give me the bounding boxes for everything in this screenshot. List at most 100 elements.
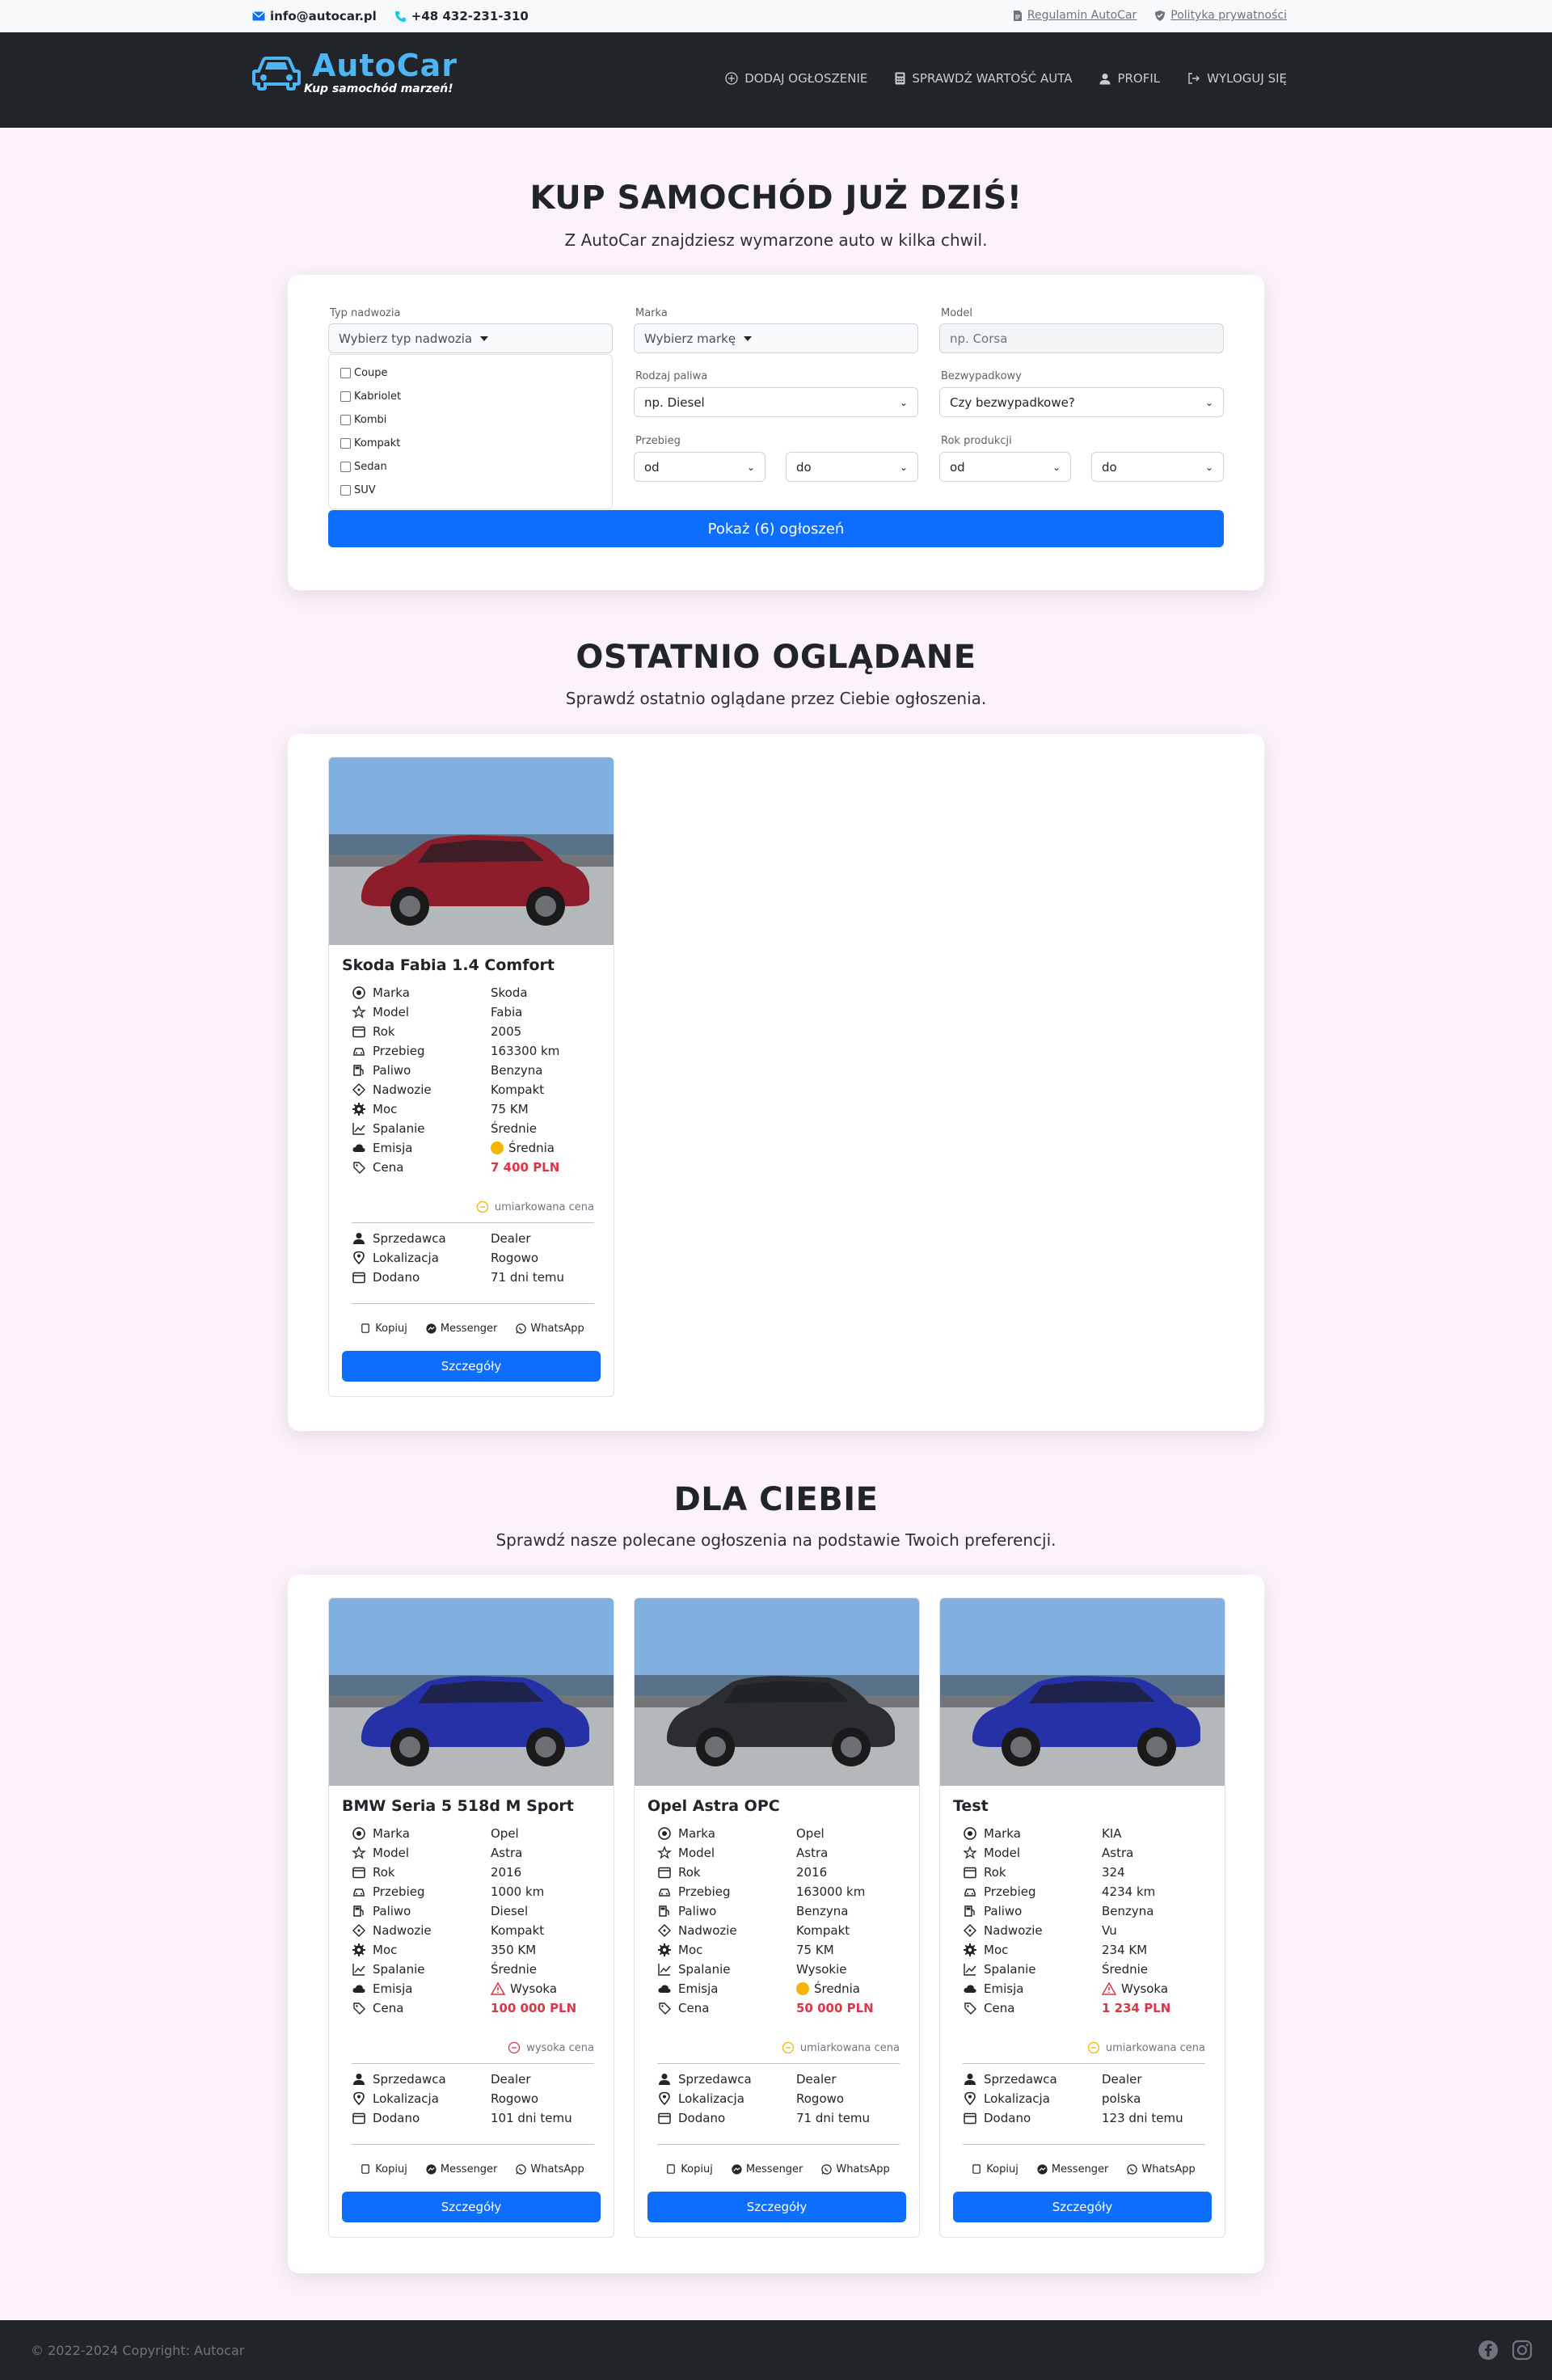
spec-value-text: Średnia [814, 1981, 860, 1996]
share-copy[interactable]: Kopiuj [360, 1321, 407, 1336]
spec-row-paliwo: Paliwo Benzyna [352, 1061, 594, 1080]
badge-icon [352, 1826, 366, 1841]
body-type-value: Wybierz typ nadwozia [339, 331, 473, 346]
details-button[interactable]: Szczegóły [342, 2192, 601, 2222]
spec-label: Moc [352, 1943, 491, 1957]
car-image[interactable] [635, 1598, 919, 1786]
spec-label-text: Emisja [373, 1141, 413, 1155]
facebook-icon[interactable] [1478, 2340, 1499, 2361]
share-whatsapp[interactable]: WhatsApp [1126, 2162, 1196, 2176]
spec-label: Model [963, 1846, 1102, 1860]
instagram-icon[interactable] [1512, 2340, 1533, 2361]
car-image[interactable] [329, 1598, 614, 1786]
mileage-to-select[interactable]: do ⌄ [786, 452, 918, 482]
spec-row-cena: Cena 50 000 PLN [657, 1998, 900, 2018]
nav-check-value[interactable]: SPRAWDŹ WARTOŚĆ AUTA [895, 71, 1072, 86]
share-whatsapp[interactable]: WhatsApp [515, 1321, 584, 1336]
share-copy[interactable]: Kopiuj [971, 2162, 1018, 2176]
seller-label-text: Lokalizacja [373, 1251, 439, 1265]
nav-value-label: SPRAWDŹ WARTOŚĆ AUTA [912, 71, 1073, 86]
spec-value: Fabia [491, 1005, 594, 1019]
share-whatsapp[interactable]: WhatsApp [515, 2162, 584, 2176]
checkbox[interactable] [340, 462, 351, 472]
star-icon [352, 1005, 366, 1019]
envelope-icon [252, 11, 265, 21]
checkbox[interactable] [340, 415, 351, 425]
spec-value: Kompakt [491, 1923, 594, 1938]
spec-label-text: Cena [678, 2001, 710, 2015]
share-messenger[interactable]: Messenger [425, 1321, 497, 1336]
body-option-kabriolet[interactable]: Kabriolet [329, 385, 612, 408]
spec-label: Emisja [657, 1981, 796, 1996]
checkbox[interactable] [340, 485, 351, 496]
body-option-kombi[interactable]: Kombi [329, 408, 612, 432]
car-image[interactable] [940, 1598, 1225, 1786]
seller-value: 101 dni temu [491, 2111, 572, 2125]
body-type-dropdown[interactable]: Wybierz typ nadwozia [328, 323, 613, 353]
car-title[interactable]: Skoda Fabia 1.4 Comfort [342, 956, 555, 974]
spec-row-marka: Marka KIA [963, 1824, 1205, 1843]
seller-label: Dodano [963, 2111, 1102, 2125]
spec-label-text: Rok [373, 1024, 395, 1039]
car-icon [657, 1884, 672, 1899]
phone-contact[interactable]: +48 432-231-310 [394, 9, 529, 23]
nav-profile[interactable]: PROFIL [1099, 71, 1160, 86]
body-option-coupe[interactable]: Coupe [329, 361, 612, 385]
email-contact[interactable]: info@autocar.pl [252, 9, 377, 23]
year-to-select[interactable]: do ⌄ [1091, 452, 1224, 482]
fuel-select[interactable]: np. Diesel ⌄ [634, 387, 918, 417]
details-button[interactable]: Szczegóły [647, 2192, 906, 2222]
mileage-from-select[interactable]: od ⌄ [634, 452, 765, 482]
caret-down-icon [744, 335, 753, 341]
spec-value-text: 1000 km [491, 1884, 545, 1899]
share-copy[interactable]: Kopiuj [665, 2162, 713, 2176]
messenger-icon [1036, 2162, 1048, 2176]
terms-link[interactable]: Regulamin AutoCar [1013, 9, 1137, 22]
location-pin-icon [963, 2091, 977, 2106]
share-messenger[interactable]: Messenger [425, 2162, 497, 2176]
copy-icon [360, 2162, 372, 2176]
accident-value: Czy bezwypadkowe? [950, 395, 1075, 410]
year-from-select[interactable]: od ⌄ [939, 452, 1071, 482]
nav-logout[interactable]: WYLOGUJ SIĘ [1187, 71, 1287, 86]
details-button[interactable]: Szczegóły [953, 2192, 1212, 2222]
model-input[interactable]: np. Corsa [939, 323, 1224, 353]
location-pin-icon [657, 2091, 672, 2106]
body-option-suv[interactable]: SUV [329, 479, 612, 502]
accident-select[interactable]: Czy bezwypadkowe? ⌄ [939, 387, 1224, 417]
privacy-link[interactable]: Polityka prywatności [1154, 9, 1287, 22]
car-title[interactable]: Opel Astra OPC [647, 1797, 780, 1815]
spec-row-emisja: Emisja Średnia [352, 1138, 594, 1158]
brand-dropdown[interactable]: Wybierz markę [634, 323, 918, 353]
details-button[interactable]: Szczegóły [342, 1351, 601, 1382]
brand-logo[interactable]: AutoCar Kup samochód marzeń! [252, 50, 458, 95]
spec-label-text: Rok [984, 1865, 1006, 1880]
seller-label-text: Sprzedawca [373, 1231, 446, 1246]
spec-label-text: Emisja [984, 1981, 1024, 1996]
spec-value-text: 75 KM [796, 1943, 834, 1957]
body-option-sedan[interactable]: Sedan [329, 455, 612, 479]
share-copy[interactable]: Kopiuj [360, 2162, 407, 2176]
checkbox[interactable] [340, 368, 351, 378]
spec-value-text: 350 KM [491, 1943, 537, 1957]
share-messenger[interactable]: Messenger [1036, 2162, 1108, 2176]
share-messenger[interactable]: Messenger [731, 2162, 803, 2176]
nav-add-listing[interactable]: DODAJ OGŁOSZENIE [725, 71, 867, 86]
gear-icon [352, 1943, 366, 1957]
share-label: Kopiuj [681, 2163, 713, 2175]
checkbox[interactable] [340, 438, 351, 449]
spec-value-text: Skoda [491, 985, 528, 1000]
body-option-kompakt[interactable]: Kompakt [329, 432, 612, 455]
fuel-pump-icon [352, 1063, 366, 1078]
share-whatsapp[interactable]: WhatsApp [820, 2162, 890, 2176]
car-title[interactable]: Test [953, 1797, 989, 1815]
divider [352, 2063, 594, 2064]
spec-value: 163300 km [491, 1044, 594, 1058]
price-tag-icon [352, 2001, 366, 2015]
seller-label: Sprzedawca [657, 2072, 796, 2087]
checkbox[interactable] [340, 391, 351, 402]
car-image[interactable] [329, 757, 614, 945]
car-title[interactable]: BMW Seria 5 518d M Sport [342, 1797, 574, 1815]
search-submit-button[interactable]: Pokaż (6) ogłoszeń [328, 510, 1224, 547]
chart-icon [352, 1121, 366, 1136]
